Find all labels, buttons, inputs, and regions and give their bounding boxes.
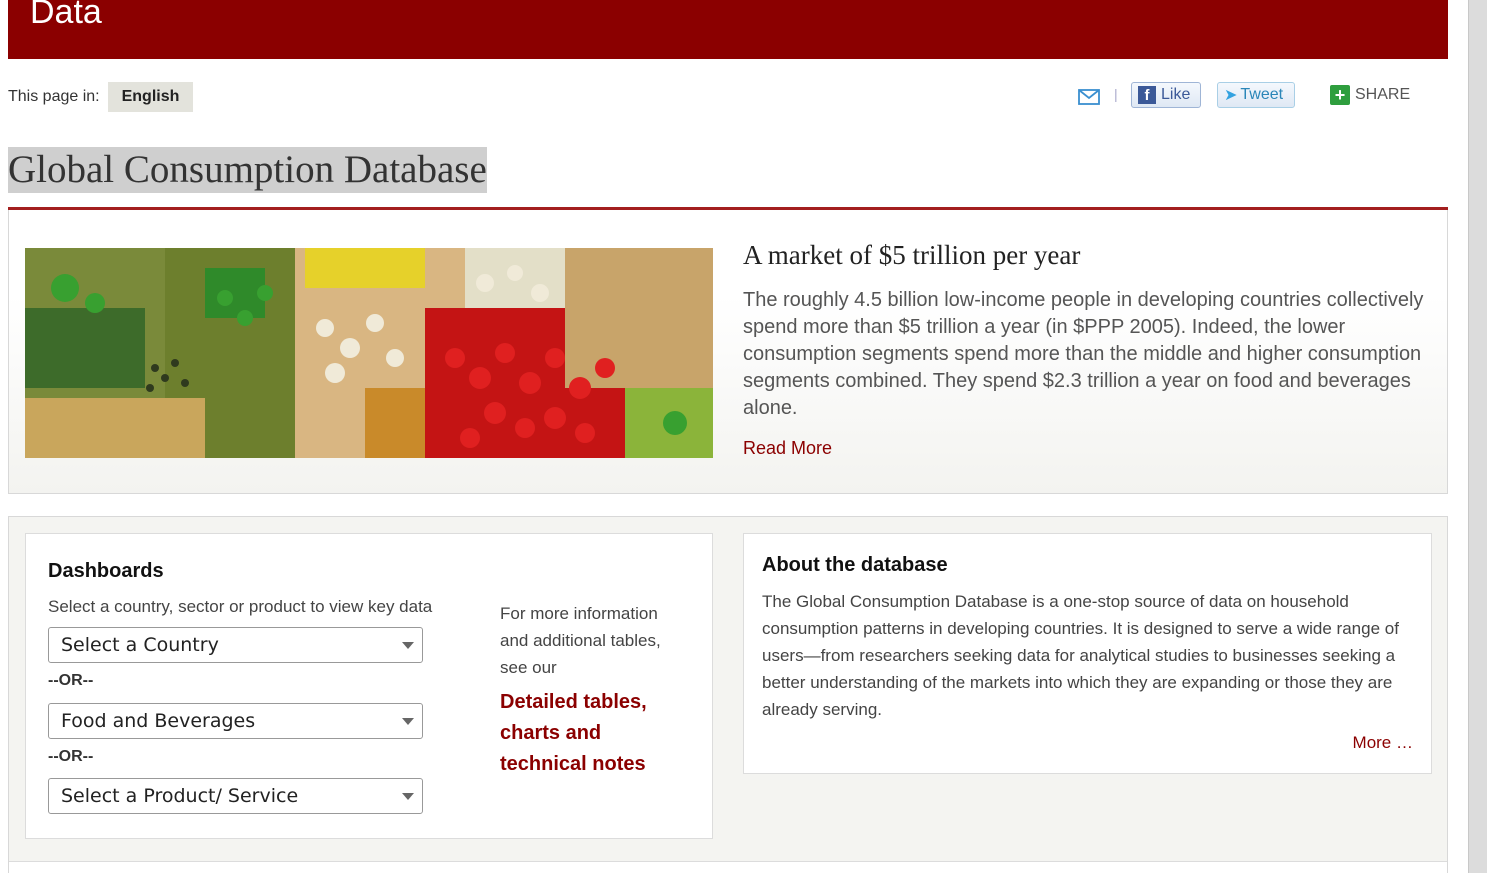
language-label: This page in: (8, 88, 100, 105)
share-button[interactable]: + SHARE (1330, 85, 1410, 105)
feature-panel: A market of $5 trillion per year The rou… (8, 210, 1448, 494)
dashboards-title: Dashboards (48, 560, 164, 582)
or-separator: --OR-- (48, 672, 94, 689)
tweet-button[interactable]: ➤ Tweet (1217, 82, 1295, 108)
or-separator: --OR-- (48, 748, 94, 765)
feature-text: The roughly 4.5 billion low-income peopl… (743, 289, 1424, 419)
about-more-link[interactable]: More … (1353, 733, 1413, 753)
market-produce-image (25, 248, 713, 458)
scrollbar[interactable] (1468, 0, 1487, 873)
header-title: Data (30, 0, 102, 31)
lower-panel: Dashboards Select a country, sector or p… (8, 516, 1448, 875)
site-header: Data (8, 0, 1448, 59)
language-selector: This page in: English (8, 82, 194, 112)
facebook-like-label: Like (1161, 86, 1191, 103)
facebook-icon: f (1138, 86, 1156, 104)
about-card: About the database The Global Consumptio… (743, 533, 1432, 774)
language-english-button[interactable]: English (107, 82, 194, 112)
product-select-value: Select a Product/ Service (61, 785, 299, 807)
mail-icon[interactable] (1078, 88, 1100, 106)
country-select[interactable]: Select a Country (48, 627, 423, 663)
country-select-value: Select a Country (61, 634, 219, 656)
chevron-down-icon (402, 718, 414, 725)
product-select[interactable]: Select a Product/ Service (48, 778, 423, 814)
about-title: About the database (762, 554, 948, 576)
read-more-link[interactable]: Read More (743, 438, 832, 459)
more-info-text: For more information and additional tabl… (500, 604, 661, 677)
dashboards-card: Dashboards Select a country, sector or p… (25, 533, 713, 839)
chevron-down-icon (402, 642, 414, 649)
share-label: SHARE (1355, 86, 1411, 103)
page-title: Global Consumption Database (8, 147, 487, 193)
plus-icon: + (1330, 85, 1350, 105)
twitter-icon: ➤ (1224, 87, 1238, 104)
about-text: The Global Consumption Database is a one… (762, 592, 1399, 719)
chevron-down-icon (402, 793, 414, 800)
share-separator: | (1114, 86, 1118, 102)
sector-select[interactable]: Food and Beverages (48, 703, 423, 739)
tweet-label: Tweet (1240, 86, 1284, 103)
detailed-tables-link[interactable]: Detailed tables, charts and technical no… (500, 687, 690, 780)
feature-heading: A market of $5 trillion per year (743, 240, 1081, 270)
sector-select-value: Food and Beverages (61, 710, 256, 732)
facebook-like-button[interactable]: f Like (1131, 82, 1201, 108)
dashboards-subtitle: Select a country, sector or product to v… (48, 597, 433, 616)
